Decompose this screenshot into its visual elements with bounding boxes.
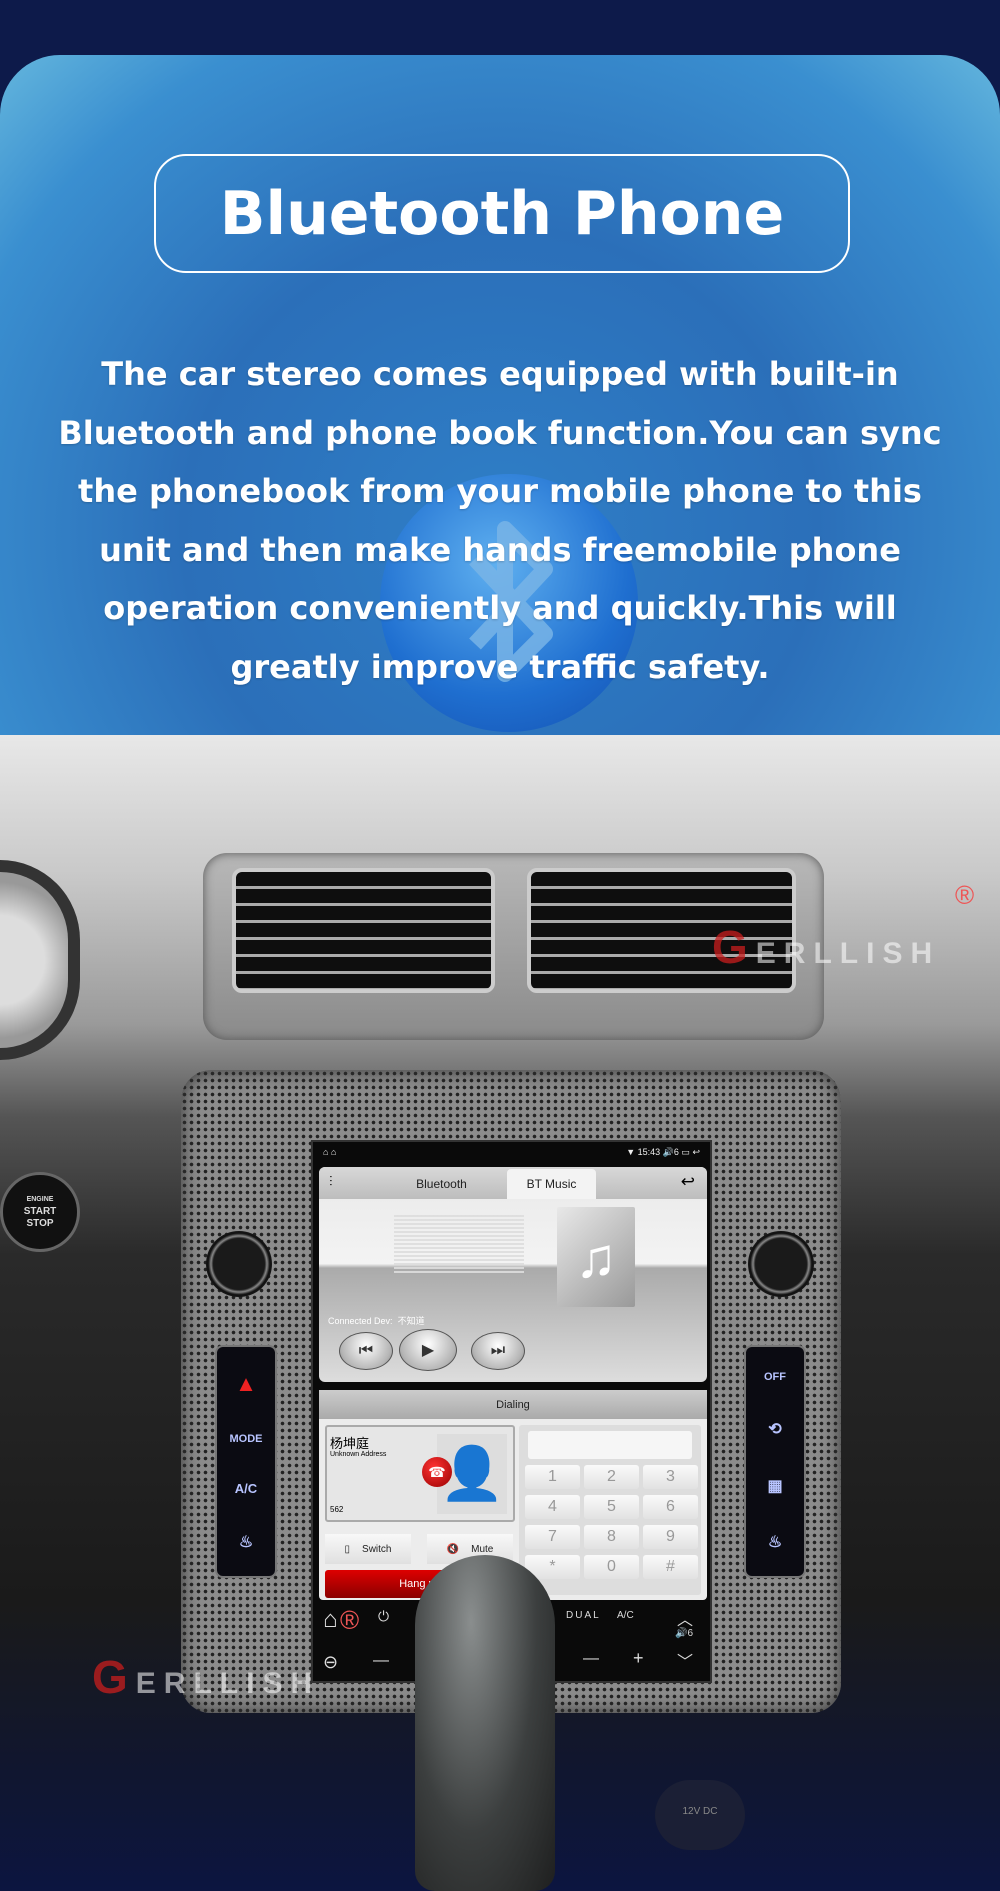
hero-banner: Bluetooth Phone The car stereo comes equ… <box>0 55 1000 735</box>
keypad-key[interactable]: 4 <box>525 1495 580 1519</box>
recent-apps-icon[interactable]: ▭ <box>681 1147 690 1157</box>
music-note-icon: ♫ <box>557 1207 635 1307</box>
back-icon[interactable]: ↩ <box>681 1172 695 1192</box>
chevron-down-icon[interactable]: ﹀ <box>677 1648 693 1672</box>
dual-button[interactable]: DUAL <box>566 1610 601 1621</box>
tab-bt-music[interactable]: BT Music <box>507 1169 596 1199</box>
page-title: Bluetooth Phone <box>154 154 850 273</box>
tab-bluetooth[interactable]: Bluetooth <box>394 1169 489 1199</box>
volume-level: 6 <box>673 1146 679 1157</box>
ac-button[interactable]: A/C <box>617 1610 634 1621</box>
end-call-icon[interactable]: ☎ <box>422 1457 452 1487</box>
hazard-icon[interactable]: ▲ <box>235 1371 257 1397</box>
keypad-key[interactable]: 6 <box>643 1495 698 1519</box>
power-icon[interactable]: ⏻ <box>378 1608 389 1625</box>
seat-heat-icon[interactable]: ♨ <box>768 1532 782 1552</box>
volume-icon: 🔊 <box>662 1146 674 1157</box>
left-volume-knob[interactable] <box>206 1231 272 1297</box>
phone-icon: ▯ <box>344 1543 351 1555</box>
clock: 15:43 <box>637 1146 661 1157</box>
status-bar: ⌂ ⌂ ▼ 15:43 🔊6 ▭ ↩ <box>313 1142 710 1162</box>
keypad-key[interactable]: 8 <box>584 1525 639 1549</box>
keypad: 1 2 3 4 5 6 7 8 9 * 0 # <box>519 1425 701 1595</box>
registered-mark: ® <box>955 880 975 910</box>
fan-off-button[interactable]: OFF <box>764 1371 786 1383</box>
equalizer-icon[interactable]: ⫶ <box>329 1173 333 1190</box>
tab-bar: ⫶ Bluetooth BT Music ↩ <box>319 1167 707 1199</box>
seat-heat-icon[interactable]: ♨ <box>239 1532 253 1552</box>
home-icon[interactable]: ⌂ <box>323 1606 338 1634</box>
mute-icon: 🔇 <box>446 1543 460 1555</box>
contact-card: 杨坤庭 Unknown Address 562 👤 ☎ <box>325 1425 515 1522</box>
previous-track-button[interactable]: ⏮ <box>339 1332 393 1370</box>
recirculation-icon[interactable]: ⟲ <box>768 1419 781 1439</box>
description-text: The car stereo comes equipped with built… <box>58 355 942 686</box>
right-tune-knob[interactable] <box>748 1231 814 1297</box>
contact-address: Unknown Address <box>330 1451 387 1458</box>
back-icon[interactable]: ⊖ <box>323 1652 338 1673</box>
keypad-key[interactable]: 3 <box>643 1465 698 1489</box>
engine-start-stop-button[interactable]: ENGINE START STOP <box>0 1172 80 1252</box>
switch-button[interactable]: ▯ Switch <box>325 1534 411 1564</box>
mode-button[interactable]: MODE <box>230 1433 263 1445</box>
registered-mark: ® <box>340 1605 360 1635</box>
engine-label: ENGINE <box>26 1196 54 1203</box>
rear-defrost-icon[interactable]: ▦ <box>767 1476 782 1496</box>
keypad-key[interactable]: 7 <box>525 1525 580 1549</box>
left-vent <box>232 868 495 993</box>
left-button-strip: ▲ MODE A/C ♨ <box>215 1345 277 1578</box>
usb-port[interactable]: 12V DC <box>655 1780 745 1850</box>
right-button-strip: OFF ⟲ ▦ ♨ <box>744 1345 806 1578</box>
watermark-logo: GERLLISH <box>712 921 941 973</box>
wifi-icon: ▼ <box>626 1146 638 1157</box>
keypad-key[interactable]: 2 <box>584 1465 639 1489</box>
equalizer-visual <box>394 1215 524 1275</box>
keypad-key[interactable]: 0 <box>584 1555 639 1579</box>
keypad-key[interactable]: 1 <box>525 1465 580 1489</box>
fan-down-button[interactable]: — <box>583 1650 599 1668</box>
contact-name: 杨坤庭 <box>330 1436 370 1451</box>
fan-up-button[interactable]: + <box>633 1648 644 1669</box>
phone-number: 562 <box>330 1505 344 1514</box>
play-button[interactable]: ▶ <box>399 1329 457 1371</box>
keypad-key[interactable]: # <box>643 1555 698 1579</box>
ac-button[interactable]: A/C <box>235 1481 257 1496</box>
home-icon[interactable]: ⌂ ⌂ <box>323 1147 336 1157</box>
temp-down-button[interactable]: — <box>373 1652 389 1670</box>
connected-device: Connected Dev: 不知道 <box>328 1316 425 1326</box>
dial-number-input[interactable] <box>528 1431 692 1459</box>
back-icon[interactable]: ↩ <box>692 1147 700 1157</box>
dialing-title: Dialing <box>319 1390 707 1419</box>
watermark-logo: GERLLISH <box>92 1651 321 1703</box>
keypad-key[interactable]: 5 <box>584 1495 639 1519</box>
start-label: START <box>23 1206 57 1217</box>
bt-music-panel: ⫶ Bluetooth BT Music ↩ ♫ Connected Dev: … <box>319 1167 707 1382</box>
next-track-button[interactable]: ⏭ <box>471 1332 525 1370</box>
keypad-key[interactable]: 9 <box>643 1525 698 1549</box>
chevron-up-icon[interactable]: ︿ <box>677 1606 693 1630</box>
gear-shift-knob <box>415 1555 555 1891</box>
stop-label: STOP <box>26 1218 54 1229</box>
volume-indicator: 🔊6 <box>675 1628 694 1639</box>
